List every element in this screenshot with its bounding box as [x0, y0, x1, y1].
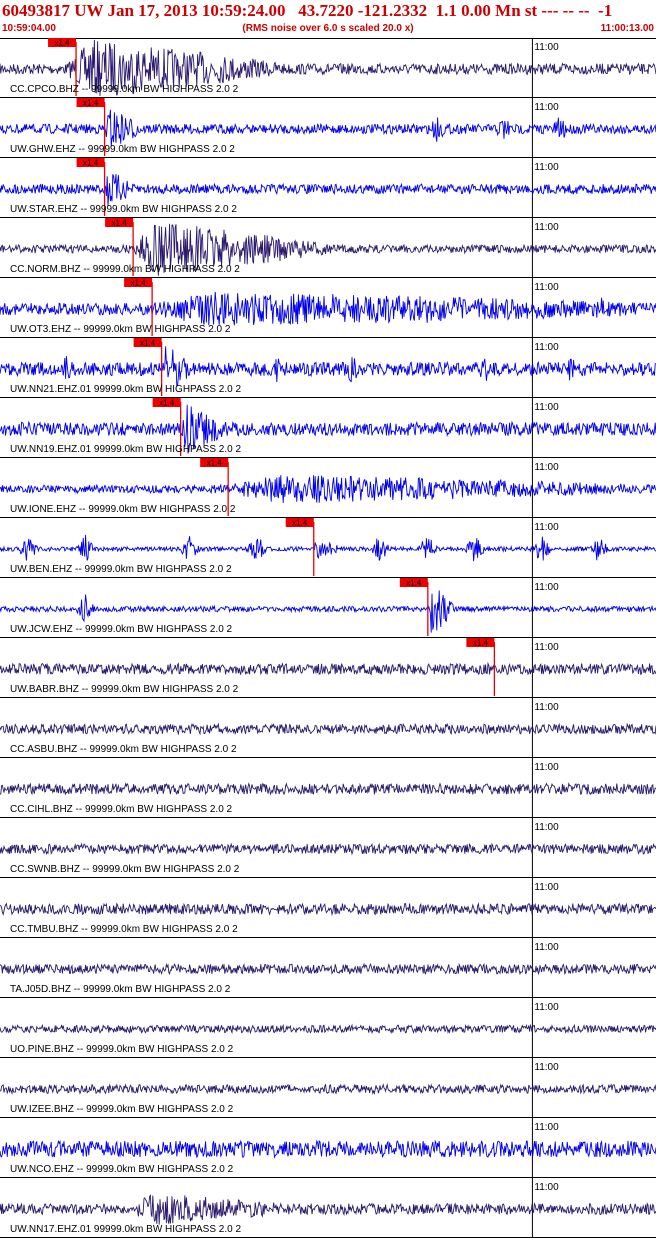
minute-tick-label: 11:00 — [534, 102, 559, 113]
event-title: 60493817 UW Jan 17, 2013 10:59:24.00 43.… — [2, 1, 613, 20]
minute-tick-label: 11:00 — [534, 1182, 559, 1193]
pick-flag-label: x1.4 — [159, 399, 175, 408]
minute-tick-label: 11:00 — [534, 582, 559, 593]
minute-tick-label: 11:00 — [534, 822, 559, 833]
waveform — [0, 1194, 656, 1225]
minute-tick-label: 11:00 — [534, 942, 559, 953]
station-label: UW.STAR.EHZ -- 99999.0km BW HIGHPASS 2.0… — [10, 204, 237, 215]
trace-row: 11:00 x1.4 UW.JCW.EHZ -- 99999.0km BW HIGH… — [0, 578, 656, 638]
end-time-label: 11:00:13.00 — [600, 23, 654, 34]
station-label: TA.J05D.BHZ -- 99999.0km BW HIGHPASS 2.0… — [10, 984, 231, 995]
waveform — [0, 291, 656, 326]
pick-flag-label: x1.4 — [54, 39, 70, 48]
station-label: CC.SWNB.BHZ -- 99999.0km BW HIGHPASS 2.0… — [10, 864, 240, 875]
pick-flag-label: x1.4 — [473, 639, 489, 648]
pick-flag-label: x1.4 — [406, 579, 422, 588]
waveform — [0, 842, 656, 856]
trace-row: 11:00 x1.4 UW.NN19.EHZ.01 99999.0km BW HIG… — [0, 398, 656, 458]
trace-row: 11:00 CC.TMBU.BHZ -- 99999.0km BW HIGHPAS… — [0, 878, 656, 938]
pick-flag-label: x1.4 — [292, 519, 308, 528]
pick-flag-label: x1.4 — [207, 459, 223, 468]
minute-tick-label: 11:00 — [534, 462, 559, 473]
waveform — [0, 1023, 656, 1035]
trace-row: 11:00 CC.SWNB.BHZ -- 99999.0km BW HIGHPAS… — [0, 818, 656, 878]
station-label: UO.PINE.BHZ -- 99999.0km BW HIGHPASS 2.0… — [10, 1044, 234, 1055]
station-label: UW.NN21.EHZ.01 99999.0km BW HIGHPASS 2.0… — [10, 384, 241, 395]
station-label: UW.NCO.EHZ -- 99999.0km BW HIGHPASS 2.0 … — [10, 1164, 234, 1175]
trace-row: 11:00 CC.ASBU.BHZ -- 99999.0km BW HIGHPAS… — [0, 698, 656, 758]
minute-tick-label: 11:00 — [534, 642, 559, 653]
minute-tick-label: 11:00 — [534, 402, 559, 413]
waveform — [0, 534, 656, 562]
station-label: UW.IONE.EHZ -- 99999.0km BW HIGHPASS 2.0… — [10, 504, 236, 515]
station-label: CC.CPCO.BHZ -- 99999.0km BW HIGHPASS 2.0… — [10, 84, 239, 95]
station-label: CC.CIHL.BHZ -- 99999.0km BW HIGHPASS 2.0… — [10, 804, 233, 815]
trace-row: 11:00 UW.NN17.EHZ.01 99999.0km BW HIGHPAS… — [0, 1178, 656, 1238]
waveform — [0, 475, 656, 503]
minute-tick-label: 11:00 — [534, 282, 559, 293]
trace-row: 11:00 x1.4 UW.IONE.EHZ -- 99999.0km BW HIG… — [0, 458, 656, 518]
pick-flag-label: x1.4 — [140, 339, 156, 348]
station-label: CC.ASBU.BHZ -- 99999.0km BW HIGHPASS 2.0… — [10, 744, 237, 755]
waveform — [0, 722, 656, 736]
pick-flag-label: x1.4 — [83, 99, 99, 108]
trace-row: 11:00 UW.NCO.EHZ -- 99999.0km BW HIGHPASS… — [0, 1118, 656, 1178]
station-label: UW.NN19.EHZ.01 99999.0km BW HIGHPASS 2.0… — [10, 444, 241, 455]
trace-row: 11:00 TA.J05D.BHZ -- 99999.0km BW HIGHPAS… — [0, 938, 656, 998]
minute-tick-label: 11:00 — [534, 42, 559, 53]
trace-row: 11:00 x1.4 UW.OT3.EHZ -- 99999.0km BW HIGH… — [0, 278, 656, 338]
station-label: CC.NORM.BHZ -- 99999.0km BW HIGHPASS 2.0… — [10, 264, 240, 275]
pick-flag-label: x1.4 — [131, 279, 147, 288]
trace-row: 11:00 x1.4 UW.BABR.BHZ -- 99999.0km BW HIG… — [0, 638, 656, 698]
station-label: UW.IZEE.BHZ -- 99999.0km BW HIGHPASS 2.0… — [10, 1104, 234, 1115]
trace-row: 11:00 x1.4 CC.NORM.BHZ -- 99999.0km BW HIG… — [0, 218, 656, 278]
station-label: UW.GHW.EHZ -- 99999.0km BW HIGHPASS 2.0 … — [10, 144, 235, 155]
minute-tick-label: 11:00 — [534, 522, 559, 533]
trace-row: 11:00 UW.IZEE.BHZ -- 99999.0km BW HIGHPAS… — [0, 1058, 656, 1118]
station-label: UW.NN17.EHZ.01 99999.0km BW HIGHPASS 2.0… — [10, 1224, 241, 1235]
minute-tick-label: 11:00 — [534, 762, 559, 773]
trace-row: 11:00 UO.PINE.BHZ -- 99999.0km BW HIGHPAS… — [0, 998, 656, 1058]
pick-flag-label: x1.4 — [112, 219, 128, 228]
trace-row: 11:00 CC.CIHL.BHZ -- 99999.0km BW HIGHPAS… — [0, 758, 656, 818]
waveform — [0, 1083, 656, 1095]
trace-row: 11:00 x1.4 CC.CPCO.BHZ -- 99999.0km BW HIG… — [0, 38, 656, 98]
waveform — [0, 661, 656, 676]
seismogram-plot: 11:00 x1.4 CC.CPCO.BHZ -- 99999.0km BW HIG… — [0, 38, 656, 1238]
waveform — [0, 174, 656, 206]
station-label: UW.BEN.EHZ -- 99999.0km BW HIGHPASS 2.0 … — [10, 564, 232, 575]
plot-header: 60493817 UW Jan 17, 2013 10:59:24.00 43.… — [0, 0, 656, 39]
minute-tick-label: 11:00 — [534, 222, 559, 233]
minute-tick-label: 11:00 — [534, 342, 559, 353]
station-label: UW.BABR.BHZ -- 99999.0km BW HIGHPASS 2.0… — [10, 684, 239, 695]
trace-row: 11:00 x1.4 UW.NN21.EHZ.01 99999.0km BW HIG… — [0, 338, 656, 398]
minute-tick-label: 11:00 — [534, 702, 559, 713]
station-label: UW.JCW.EHZ -- 99999.0km BW HIGHPASS 2.0 … — [10, 624, 233, 635]
station-label: CC.TMBU.BHZ -- 99999.0km BW HIGHPASS 2.0… — [10, 924, 238, 935]
minute-tick-label: 11:00 — [534, 882, 559, 893]
waveform — [0, 782, 656, 796]
trace-row: 11:00 x1.4 UW.GHW.EHZ -- 99999.0km BW HIGH… — [0, 98, 656, 158]
trace-row: 11:00 x1.4 UW.BEN.EHZ -- 99999.0km BW HIGH… — [0, 518, 656, 578]
waveform — [0, 109, 656, 147]
waveform — [0, 962, 656, 976]
noise-scaling-note: (RMS noise over 6.0 s scaled 20.0 x) — [242, 23, 414, 34]
minute-tick-label: 11:00 — [534, 1002, 559, 1013]
station-label: UW.OT3.EHZ -- 99999.0km BW HIGHPASS 2.0 … — [10, 324, 231, 335]
minute-tick-label: 11:00 — [534, 1122, 559, 1133]
waveform — [0, 902, 656, 917]
minute-tick-label: 11:00 — [534, 162, 559, 173]
minute-tick-label: 11:00 — [534, 1062, 559, 1073]
pick-flag-label: x1.4 — [83, 159, 99, 168]
waveform — [0, 1139, 656, 1159]
trace-row: 11:00 x1.4 UW.STAR.EHZ -- 99999.0km BW HIG… — [0, 158, 656, 218]
